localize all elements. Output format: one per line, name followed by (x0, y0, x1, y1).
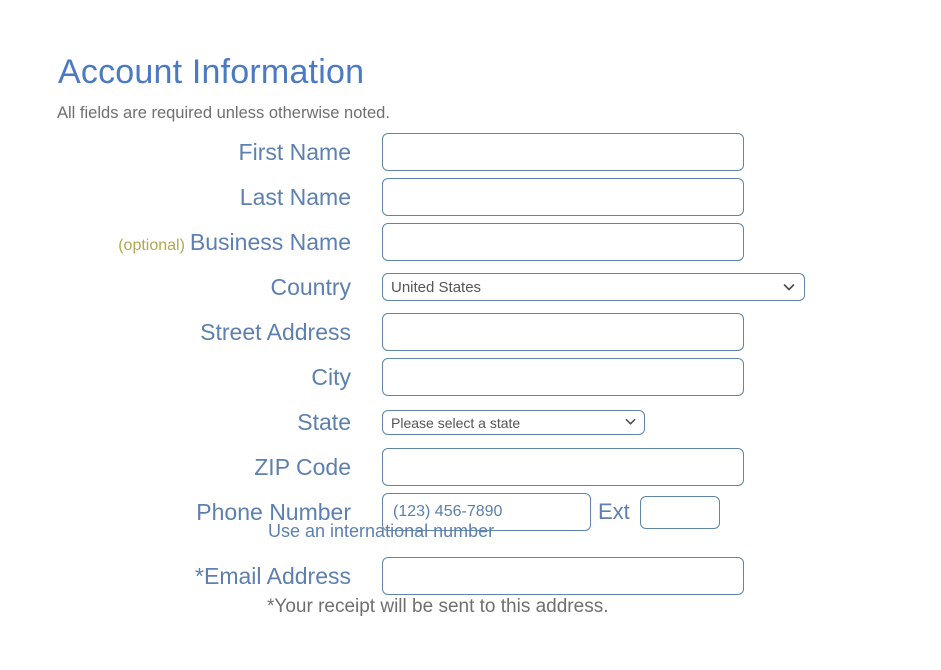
last-name-label: Last Name (240, 178, 351, 216)
form-row-state: State Please select a state (0, 403, 941, 448)
email-address-label-text: *Email Address (195, 563, 351, 589)
state-select[interactable]: Please select a state (382, 410, 645, 435)
required-fields-note: All fields are required unless otherwise… (57, 104, 390, 122)
zip-code-input[interactable] (382, 448, 744, 486)
form-row-city: City (0, 358, 941, 403)
street-address-label-text: Street Address (200, 319, 351, 345)
form-row-street-address: Street Address (0, 313, 941, 358)
form-row-country: Country United States (0, 268, 941, 313)
state-select-wrap: Please select a state (382, 410, 645, 435)
city-control (382, 358, 744, 396)
first-name-control (382, 133, 744, 171)
state-label-text: State (297, 409, 351, 435)
city-label-text: City (311, 364, 351, 390)
email-receipt-footnote: *Your receipt will be sent to this addre… (267, 596, 609, 617)
country-label: Country (270, 268, 351, 306)
country-label-text: Country (270, 274, 351, 300)
form-row-business-name: (optional) Business Name (0, 223, 941, 268)
zip-code-control (382, 448, 744, 486)
street-address-label: Street Address (200, 313, 351, 351)
state-label: State (297, 403, 351, 441)
city-input[interactable] (382, 358, 744, 396)
form-row-zip-code: ZIP Code (0, 448, 941, 493)
business-name-label-text: Business Name (189, 229, 351, 255)
form-row-first-name: First Name (0, 133, 941, 178)
country-select-wrap: United States (382, 273, 805, 301)
ext-input[interactable] (640, 496, 720, 529)
first-name-input[interactable] (382, 133, 744, 171)
last-name-input[interactable] (382, 178, 744, 216)
business-name-input[interactable] (382, 223, 744, 261)
email-address-label: *Email Address (195, 557, 351, 595)
account-information-page: Account Information All fields are requi… (0, 0, 941, 670)
business-name-label: (optional) Business Name (118, 223, 351, 261)
zip-code-label-text: ZIP Code (254, 454, 351, 480)
zip-code-label: ZIP Code (254, 448, 351, 486)
street-address-control (382, 313, 744, 351)
business-name-control (382, 223, 744, 261)
international-number-link[interactable]: Use an international number (268, 521, 494, 542)
email-address-control (382, 557, 744, 595)
last-name-label-text: Last Name (239, 184, 351, 210)
email-address-input[interactable] (382, 557, 744, 595)
ext-label-text: Ext (598, 499, 630, 524)
street-address-input[interactable] (382, 313, 744, 351)
business-name-optional-tag: (optional) (118, 237, 185, 254)
city-label: City (311, 358, 351, 396)
ext-label: Ext (598, 493, 630, 531)
last-name-control (382, 178, 744, 216)
page-title: Account Information (58, 52, 365, 91)
first-name-label-text: First Name (238, 139, 351, 165)
form-row-last-name: Last Name (0, 178, 941, 223)
country-select[interactable]: United States (382, 273, 805, 301)
first-name-label: First Name (239, 133, 351, 171)
